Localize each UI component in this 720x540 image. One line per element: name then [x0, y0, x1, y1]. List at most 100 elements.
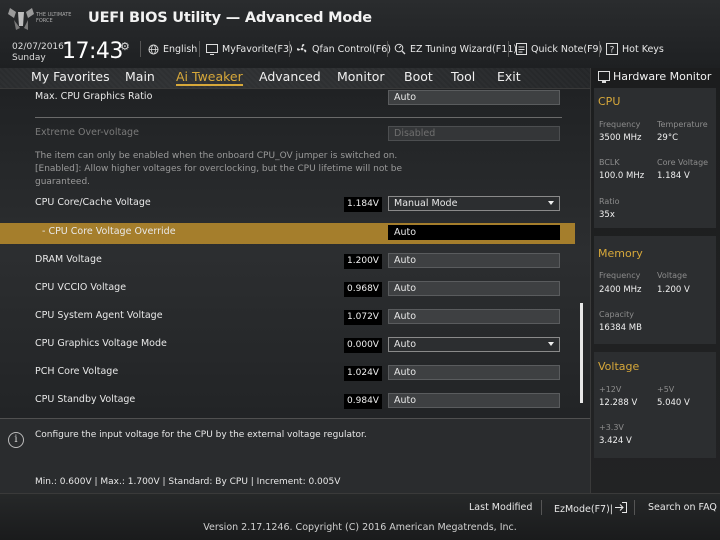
toolbar-divider — [599, 41, 600, 57]
language-label: English — [163, 43, 198, 55]
setting-label: CPU VCCIO Voltage — [35, 282, 127, 293]
cpu-frequency-label: Frequency — [599, 120, 641, 129]
pch-core-voltage-field[interactable]: Auto — [388, 365, 560, 380]
note-line: [Enabled]: Allow higher voltages for ove… — [35, 164, 403, 174]
favorite-icon — [206, 43, 218, 55]
bottom-divider — [634, 500, 635, 515]
qfan-control-button[interactable]: Qfan Control(F6) — [296, 43, 391, 55]
date-display: 02/07/2016 Sunday — [12, 42, 64, 64]
setting-label: DRAM Voltage — [35, 254, 102, 265]
memory-frequency-value: 2400 MHz — [599, 285, 642, 295]
v5-label: +5V — [657, 385, 675, 394]
voltage-reading: 0.968V — [344, 282, 382, 297]
dropdown-value: Manual Mode — [394, 198, 458, 209]
voltage-reading: 0.984V — [344, 394, 382, 409]
toolbar-divider — [199, 41, 200, 57]
menu-my-favorites[interactable]: My Favorites — [31, 69, 110, 84]
globe-icon — [147, 43, 159, 55]
setting-label: CPU Core/Cache Voltage — [35, 197, 151, 208]
fan-icon — [296, 43, 308, 55]
voltage-range-text: Min.: 0.600V | Max.: 1.700V | Standard: … — [35, 477, 341, 487]
info-icon: i — [8, 432, 24, 448]
time-settings-gear-icon[interactable]: ⚙ — [120, 40, 130, 53]
settings-scrollbar[interactable] — [580, 303, 583, 403]
ez-tuning-wizard-label: EZ Tuning Wizard(F11) — [410, 43, 518, 55]
cpu-temperature-value: 29°C — [657, 133, 679, 143]
cpu-graphics-voltage-mode-dropdown[interactable]: Auto — [388, 337, 560, 352]
bclk-value: 100.0 MHz — [599, 171, 645, 181]
setting-label: Max. CPU Graphics Ratio — [35, 91, 153, 102]
search-faq-button[interactable]: Search on FAQ — [648, 502, 717, 513]
voltage-reading: 0.000V — [344, 338, 382, 353]
menu-exit[interactable]: Exit — [497, 69, 521, 84]
ez-tuning-wizard-button[interactable]: EZ Tuning Wizard(F11) — [394, 43, 517, 55]
cpu-system-agent-voltage-field[interactable]: Auto — [388, 309, 560, 324]
toolbar-divider — [387, 41, 388, 57]
chevron-down-icon — [548, 201, 554, 205]
monitor-icon — [598, 71, 610, 83]
v5-value: 5.040 V — [657, 398, 690, 408]
menu-ai-tweaker[interactable]: Ai Tweaker — [176, 69, 243, 86]
myfavorite-label: MyFavorite(F3) — [222, 43, 293, 55]
day-text: Sunday — [12, 53, 46, 63]
ezmode-button[interactable]: EzMode(F7)| — [554, 502, 627, 516]
toolbar-divider — [508, 41, 509, 57]
setting-label: CPU System Agent Voltage — [35, 310, 163, 321]
logo-text: THE ULTIMATE FORCE — [36, 12, 72, 24]
memory-section-title: Memory — [598, 247, 643, 260]
menu-boot[interactable]: Boot — [404, 69, 433, 84]
memory-frequency-label: Frequency — [599, 271, 641, 280]
note-line: guaranteed. — [35, 177, 91, 187]
dropdown-value: Auto — [394, 339, 417, 350]
last-modified-button[interactable]: Last Modified — [469, 502, 532, 513]
svg-text:?: ? — [610, 46, 615, 56]
quick-note-button[interactable]: Quick Note(F9) — [515, 43, 602, 55]
voltage-reading: 1.184V — [344, 197, 382, 212]
menu-monitor[interactable]: Monitor — [337, 69, 385, 84]
menu-tool[interactable]: Tool — [451, 69, 475, 84]
setting-label: CPU Graphics Voltage Mode — [35, 338, 167, 349]
dram-voltage-field[interactable]: Auto — [388, 253, 560, 268]
ratio-label: Ratio — [599, 197, 620, 206]
menu-advanced[interactable]: Advanced — [259, 69, 321, 84]
core-voltage-label: Core Voltage — [657, 158, 709, 167]
memory-voltage-label: Voltage — [657, 271, 688, 280]
ezmode-label: EzMode(F7)| — [554, 503, 613, 515]
setting-label: PCH Core Voltage — [35, 366, 119, 377]
language-button[interactable]: English — [147, 43, 197, 55]
hardware-monitor-title: Hardware Monitor — [613, 70, 712, 83]
myfavorite-button[interactable]: MyFavorite(F3) — [206, 43, 293, 55]
main-menu: My Favorites Main Ai Tweaker Advanced Mo… — [0, 68, 590, 88]
bclk-label: BCLK — [599, 158, 620, 167]
cpu-frequency-value: 3500 MHz — [599, 133, 642, 143]
quick-note-label: Quick Note(F9) — [531, 43, 603, 55]
memory-capacity-value: 16384 MB — [599, 323, 642, 333]
app-title: UEFI BIOS Utility — Advanced Mode — [88, 10, 372, 26]
ratio-value: 35x — [599, 210, 615, 220]
cpu-vccio-voltage-field[interactable]: Auto — [388, 281, 560, 296]
setting-label: CPU Standby Voltage — [35, 394, 136, 405]
cpu-core-voltage-override-field[interactable]: Auto — [388, 225, 560, 240]
copyright-text: Version 2.17.1246. Copyright (C) 2016 Am… — [203, 522, 517, 533]
help-text: Configure the input voltage for the CPU … — [35, 430, 367, 440]
hot-keys-button[interactable]: ? Hot Keys — [606, 43, 664, 55]
section-divider — [35, 117, 562, 118]
extreme-overvoltage-note: The item can only be enabled when the on… — [35, 150, 405, 189]
menu-main[interactable]: Main — [125, 69, 155, 84]
max-cpu-graphics-ratio-field[interactable]: Auto — [388, 90, 560, 105]
bottom-divider — [541, 500, 542, 515]
memory-capacity-label: Capacity — [599, 310, 634, 319]
cpu-standby-voltage-field[interactable]: Auto — [388, 393, 560, 408]
v33-value: 3.424 V — [599, 436, 632, 446]
date-text: 02/07/2016 — [12, 42, 64, 52]
cpu-section-title: CPU — [598, 95, 621, 108]
cpu-core-cache-voltage-dropdown[interactable]: Manual Mode — [388, 196, 560, 211]
cpu-temperature-label: Temperature — [657, 120, 708, 129]
voltage-reading: 1.024V — [344, 366, 382, 381]
voltage-reading: 1.200V — [344, 254, 382, 269]
hot-keys-label: Hot Keys — [622, 43, 664, 55]
ez-tuning-icon — [394, 43, 406, 55]
chevron-down-icon — [548, 342, 554, 346]
qfan-control-label: Qfan Control(F6) — [312, 43, 391, 55]
core-voltage-value: 1.184 V — [657, 171, 690, 181]
